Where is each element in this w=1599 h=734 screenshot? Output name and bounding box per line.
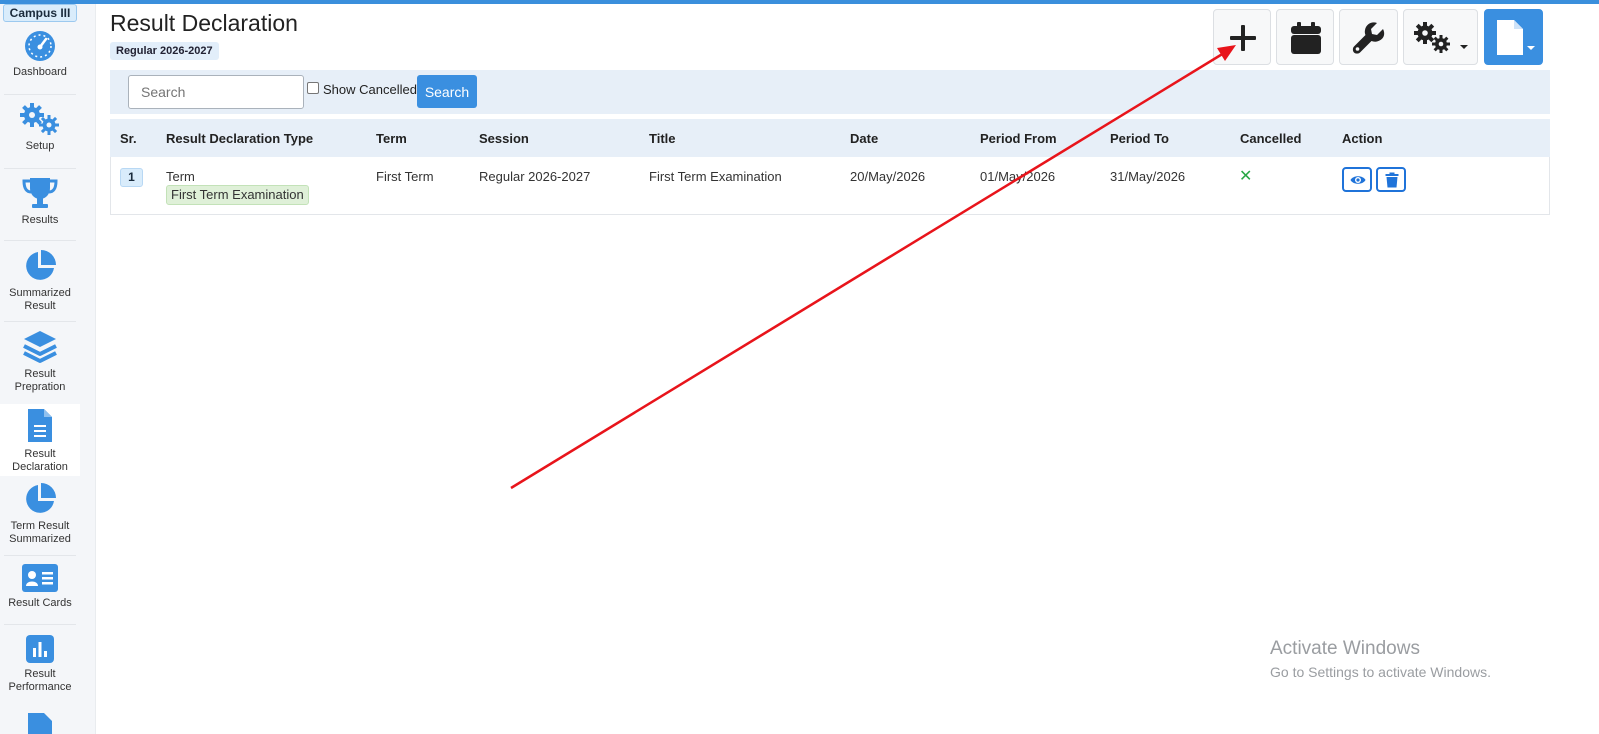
- divider: [4, 555, 76, 556]
- x-icon: ✕: [1239, 168, 1253, 185]
- calendar-icon: [1291, 22, 1321, 54]
- sidebar-item-result-declaration[interactable]: Result Declaration: [0, 404, 80, 476]
- row-session: Regular 2026-2027: [479, 169, 591, 184]
- search-input[interactable]: [128, 75, 304, 109]
- divider: [4, 321, 76, 322]
- sidebar-item-setup[interactable]: Setup: [0, 102, 80, 164]
- watermark-subtitle: Go to Settings to activate Windows.: [1270, 664, 1491, 680]
- sidebar-item-label: Summarized Result: [9, 287, 71, 312]
- column-header-period-from: Period From: [980, 131, 1057, 146]
- column-header-title: Title: [649, 131, 676, 146]
- gears-icon: [20, 103, 59, 135]
- page-title: Result Declaration: [110, 10, 298, 36]
- pie-chart-icon: [26, 483, 56, 513]
- sidebar-item-label: Result Declaration: [12, 448, 68, 473]
- row-period-from: 01/May/2026: [980, 169, 1056, 184]
- bar-chart-icon: [26, 635, 54, 663]
- show-cancelled-checkbox[interactable]: [307, 82, 319, 94]
- sidebar-item-result-cards[interactable]: Result Cards: [0, 563, 80, 619]
- document-icon: [28, 409, 52, 442]
- column-header-cancelled: Cancelled: [1240, 131, 1302, 146]
- row-title: First Term Examination: [649, 169, 782, 184]
- delete-icon: [1385, 172, 1399, 188]
- row-period-to: 31/May/2026: [1110, 169, 1186, 184]
- plus-icon: [1230, 25, 1256, 51]
- view-button[interactable]: [1342, 167, 1372, 192]
- sidebar-item-dashboard[interactable]: Dashboard: [0, 30, 80, 92]
- row-term: First Term: [376, 169, 434, 184]
- add-button[interactable]: [1213, 9, 1271, 65]
- sidebar-item-result-prepration[interactable]: Result Prepration: [0, 328, 80, 398]
- dashboard-gauge-icon: [25, 31, 55, 61]
- sidebar-item-label: Result Performance: [8, 668, 72, 693]
- divider: [4, 624, 76, 625]
- sidebar-item-term-result-summarized[interactable]: Term Result Summarized: [0, 482, 80, 552]
- file-dropdown-button[interactable]: [1484, 9, 1543, 65]
- column-header-date: Date: [850, 131, 879, 146]
- sidebar-item-label: Term Result Summarized: [9, 520, 71, 545]
- search-button[interactable]: Search: [417, 75, 477, 108]
- show-cancelled-label[interactable]: Show Cancelled: [323, 82, 417, 97]
- pie-chart-icon: [26, 250, 56, 280]
- row-type: Term: [166, 169, 195, 184]
- column-header-action: Action: [1342, 131, 1383, 146]
- settings-dropdown-button[interactable]: [1403, 9, 1478, 65]
- top-accent-bar: [0, 0, 1599, 4]
- delete-button[interactable]: [1376, 167, 1406, 192]
- layers-icon: [23, 331, 57, 363]
- column-header-period-to: Period To: [1110, 131, 1169, 146]
- wrench-icon: [1352, 22, 1385, 54]
- divider: [4, 240, 76, 241]
- view-icon: [1350, 176, 1366, 184]
- row-date: 20/May/2026: [850, 169, 926, 184]
- activate-windows-watermark: Activate Windows Go to Settings to activ…: [1270, 638, 1491, 680]
- id-card-icon: [22, 564, 58, 592]
- sidebar-item-results[interactable]: Results: [0, 176, 80, 238]
- sidebar: Campus III Dashboard Setup Results Summa…: [0, 4, 96, 734]
- row-sr-badge: 1: [120, 168, 143, 187]
- table-row: [110, 157, 1550, 215]
- document-icon[interactable]: [26, 712, 54, 734]
- column-header-session: Session: [479, 131, 529, 146]
- sidebar-item-label: Results: [21, 214, 59, 226]
- table-header: [110, 119, 1550, 157]
- sidebar-item-label: Result Cards: [8, 597, 72, 609]
- column-header-term: Term: [376, 131, 407, 146]
- session-badge: Regular 2026-2027: [110, 42, 219, 60]
- sidebar-item-label: Result Prepration: [14, 368, 66, 393]
- sidebar-item-summarized-result[interactable]: Summarized Result: [0, 249, 80, 319]
- sidebar-item-label: Dashboard: [13, 66, 67, 78]
- calendar-button[interactable]: [1276, 9, 1334, 65]
- campus-badge[interactable]: Campus III: [3, 4, 77, 22]
- column-header-sr: Sr.: [120, 131, 137, 146]
- tools-button[interactable]: [1339, 9, 1398, 65]
- row-type-badge: First Term Examination: [166, 185, 309, 205]
- sidebar-item-result-performance[interactable]: Result Performance: [0, 634, 80, 704]
- sidebar-item-label: Setup: [25, 140, 55, 152]
- trophy-icon: [22, 178, 58, 208]
- watermark-title: Activate Windows: [1270, 638, 1420, 659]
- divider: [4, 168, 76, 169]
- gears-dropdown-icon: [1414, 22, 1468, 53]
- file-dropdown-icon: [1497, 20, 1535, 55]
- column-header-type: Result Declaration Type: [166, 131, 314, 146]
- divider: [4, 94, 76, 95]
